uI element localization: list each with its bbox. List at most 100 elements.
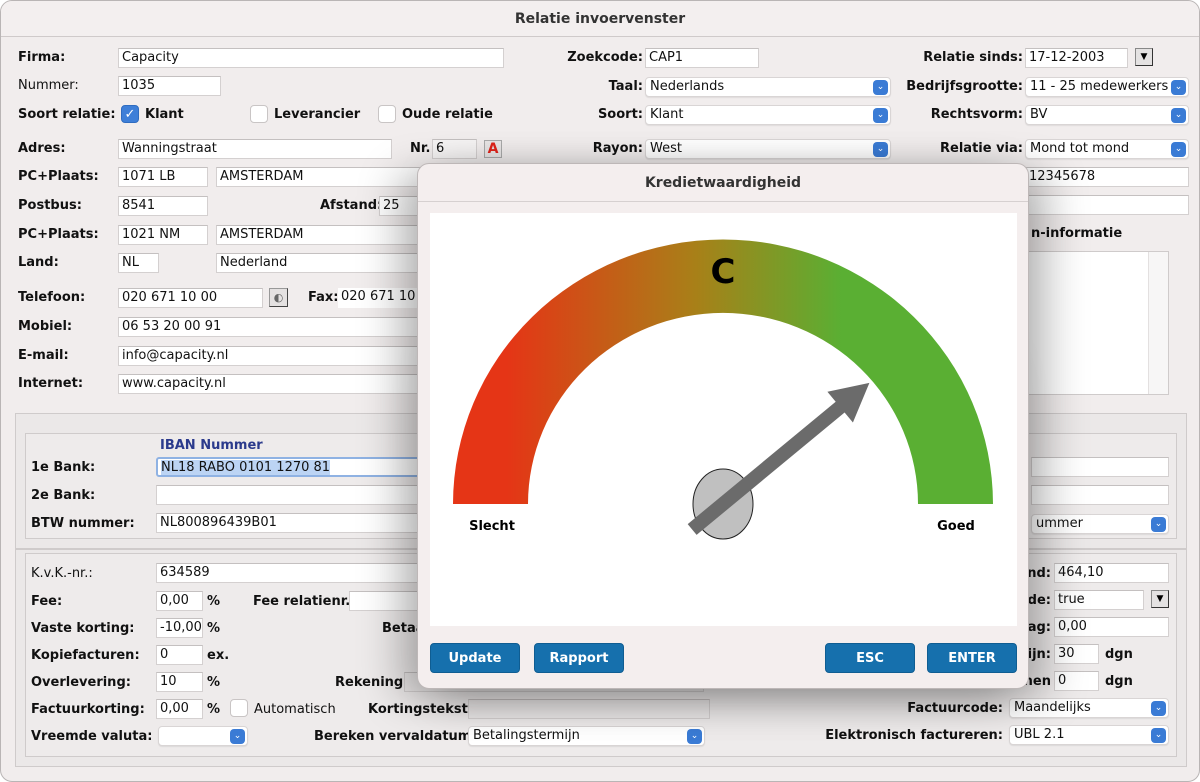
btw-label: BTW nummer:	[31, 516, 135, 531]
kopiefacturen-field[interactable]: 0	[156, 645, 203, 665]
btw-field[interactable]: NL800896439B01	[156, 513, 426, 533]
kortingstekst-label: Kortingstekst:	[368, 702, 473, 717]
rapport-button[interactable]: Rapport	[534, 643, 624, 673]
nd-field[interactable]: 464,10	[1054, 563, 1169, 583]
nummer-field[interactable]: 1035	[118, 76, 221, 96]
enter-button[interactable]: ENTER	[927, 643, 1017, 673]
info-scrollbar[interactable]	[1148, 252, 1168, 394]
bank-right-select[interactable]: ummer ⌄	[1031, 514, 1169, 534]
kredietwaardigheid-dialog: Kredietwaardigheid C Slecht Goed Update …	[417, 163, 1029, 689]
bank-right-field-2[interactable]	[1031, 485, 1169, 505]
bank2-field[interactable]	[156, 485, 426, 505]
firma-label: Firma:	[18, 50, 66, 65]
kvk-field[interactable]: 634589	[156, 563, 426, 583]
postcode-1-field[interactable]: 1071 LB	[118, 167, 208, 187]
bereken-vervaldatum-select[interactable]: Betalingstermijn ⌄	[468, 726, 705, 746]
date-dropdown-icon[interactable]: ▼	[1135, 48, 1153, 66]
leverancier-checkbox[interactable]	[250, 105, 268, 123]
gauge-grade: C	[711, 252, 736, 292]
bank1-field[interactable]: NL18 RABO 0101 1270 81	[156, 457, 426, 477]
firma-field[interactable]: Capacity	[118, 48, 504, 68]
update-button[interactable]: Update	[430, 643, 520, 673]
factuurkorting-field[interactable]: 0,00	[156, 699, 203, 719]
postbus-field[interactable]: 8541	[118, 196, 208, 216]
address-lookup-icon[interactable]: A	[484, 140, 502, 158]
vreemde-valuta-select[interactable]: ⌄	[158, 726, 248, 746]
landcode-field[interactable]: NL	[118, 253, 159, 273]
bank2-label: 2e Bank:	[31, 488, 96, 503]
relatie-via-select[interactable]: Mond tot mond ⌄	[1025, 139, 1189, 159]
huisnummer-field[interactable]: 6	[432, 139, 477, 159]
postbus-label: Postbus:	[18, 198, 82, 213]
oude-relatie-checkbox[interactable]	[378, 105, 396, 123]
phone-dial-icon[interactable]: ◐	[269, 288, 288, 307]
relatie-sinds-label: Relatie sinds:	[923, 50, 1023, 65]
fee-relatienr-label: Fee relatienr.:	[253, 594, 356, 609]
leverancier-label: Leverancier	[274, 107, 361, 122]
kopiefacturen-label: Kopiefacturen:	[31, 648, 140, 663]
chevron-down-icon: ⌄	[230, 729, 245, 744]
ijn-field[interactable]: 30	[1054, 644, 1099, 664]
taal-select[interactable]: Nederlands ⌄	[645, 77, 891, 97]
adres-field[interactable]: Wanningstraat	[118, 139, 392, 159]
soort-select[interactable]: Klant ⌄	[645, 105, 891, 125]
plaats-1-field[interactable]: AMSTERDAM	[216, 167, 426, 187]
factuurcode-value: Maandelijks	[1014, 700, 1091, 715]
fee-label: Fee:	[31, 594, 63, 609]
plaats-2-field[interactable]: AMSTERDAM	[216, 225, 426, 245]
soort-relatie-label: Soort relatie:	[18, 107, 116, 122]
gauge-panel: C Slecht Goed	[430, 213, 1017, 626]
bedrijfsgrootte-select[interactable]: 11 - 25 medewerkers ⌄	[1025, 77, 1189, 97]
chevron-down-icon: ⌄	[1171, 108, 1186, 123]
rayon-select[interactable]: West ⌄	[645, 139, 891, 159]
info-textarea[interactable]	[1025, 251, 1169, 395]
automatisch-label: Automatisch	[254, 702, 336, 717]
bereken-vervaldatum-value: Betalingstermijn	[473, 728, 580, 743]
bereken-vervaldatum-label: Bereken vervaldatum:	[314, 729, 477, 744]
postcode-2-field[interactable]: 1021 NM	[118, 225, 208, 245]
email-field[interactable]: info@capacity.nl	[118, 346, 428, 366]
kortingstekst-field[interactable]	[468, 699, 710, 719]
esc-button[interactable]: ESC	[825, 643, 915, 673]
zoekcode-field[interactable]: CAP1	[645, 48, 759, 68]
elektronisch-factureren-label: Elektronisch factureren:	[825, 728, 1003, 743]
kopiefacturen-unit: ex.	[207, 648, 230, 663]
vaste-korting-unit: %	[207, 621, 221, 636]
de-field[interactable]: true	[1054, 590, 1144, 610]
factuurcode-select[interactable]: Maandelijks ⌄	[1009, 698, 1169, 718]
automatisch-checkbox[interactable]	[230, 699, 248, 717]
gauge-high-label: Goed	[937, 519, 975, 534]
overlevering-field[interactable]: 10	[156, 672, 203, 692]
rechtsvorm-select[interactable]: BV ⌄	[1025, 105, 1189, 125]
de-dropdown-icon[interactable]: ▼	[1151, 590, 1169, 608]
chevron-down-icon: ⌄	[1151, 728, 1166, 743]
fee-field[interactable]: 0,00	[156, 591, 203, 611]
internet-field[interactable]: www.capacity.nl	[118, 374, 428, 394]
bank-right-field-1[interactable]	[1031, 457, 1169, 477]
right-field-2[interactable]	[1025, 195, 1189, 215]
fax-field[interactable]: 020 671 10	[338, 288, 428, 308]
factuurkorting-label: Factuurkorting:	[31, 702, 145, 717]
factuurcode-label: Factuurcode:	[907, 701, 1003, 716]
elektronisch-factureren-select[interactable]: UBL 2.1 ⌄	[1009, 725, 1169, 745]
internet-label: Internet:	[18, 376, 84, 391]
right-field-1[interactable]: 12345678	[1025, 167, 1189, 187]
telefoon-field[interactable]: 020 671 10 00	[118, 288, 263, 308]
landnaam-field[interactable]: Nederland	[216, 253, 426, 273]
vaste-korting-field[interactable]: -10,00	[156, 618, 203, 638]
hen-field[interactable]: 0	[1054, 671, 1099, 691]
mobiel-field[interactable]: 06 53 20 00 91	[118, 317, 428, 337]
mobiel-label: Mobiel:	[18, 319, 73, 334]
klant-checkbox[interactable]: ✓	[121, 105, 139, 123]
relatie-sinds-field[interactable]: 17-12-2003	[1025, 48, 1128, 68]
soort-value: Klant	[650, 107, 684, 122]
land-label: Land:	[18, 255, 59, 270]
window-title: Relatie invoervenster	[1, 1, 1199, 37]
rekening-label: Rekening:	[335, 675, 409, 690]
nr-label: Nr.	[410, 141, 431, 156]
ag-field[interactable]: 0,00	[1054, 617, 1169, 637]
dialog-title: Kredietwaardigheid	[418, 164, 1028, 202]
iban-header: IBAN Nummer	[160, 438, 263, 453]
telefoon-label: Telefoon:	[18, 290, 86, 305]
kvk-label: K.v.K.-nr.:	[31, 566, 93, 581]
